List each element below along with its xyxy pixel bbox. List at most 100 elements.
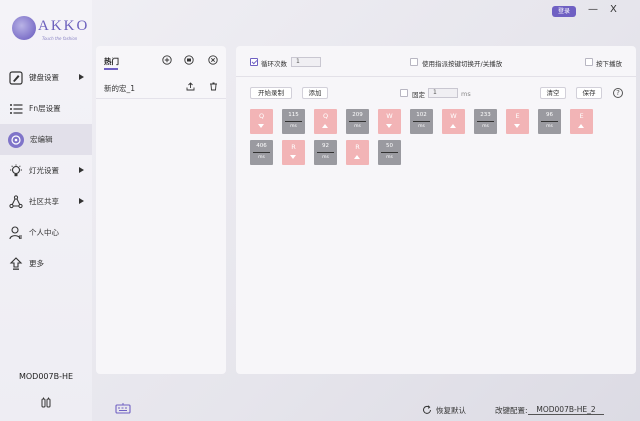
- macro-delay-tile[interactable]: 233 ms: [474, 109, 497, 134]
- delay-unit: ms: [386, 155, 393, 160]
- minimize-button[interactable]: —: [588, 4, 598, 15]
- upload-icon: [8, 256, 23, 271]
- toggle-play-label: 使用指派按键切换开/关播放: [422, 60, 503, 68]
- macro-key-tile[interactable]: W: [442, 109, 465, 134]
- macro-key-tile[interactable]: E: [506, 109, 529, 134]
- chevron-right-icon: [79, 198, 84, 204]
- device-name: MOD007B-HE: [18, 372, 74, 381]
- sidebar-item-label: 宏编辑: [30, 135, 53, 144]
- delay-bar: [253, 152, 270, 153]
- fixed-delay-label: 固定: [412, 91, 425, 99]
- key-down-arrow-icon: [290, 155, 296, 159]
- user-icon: [8, 225, 23, 240]
- divider: [236, 76, 636, 77]
- macro-key-label: Q: [322, 112, 329, 120]
- chevron-right-icon: [79, 167, 84, 173]
- macro-delay-tile[interactable]: 406 ms: [250, 140, 273, 165]
- tab-underline: [104, 68, 118, 70]
- logo-subtitle: Touch the fashion: [42, 36, 78, 41]
- macro-key-label: R: [291, 143, 296, 151]
- macro-delay-tile[interactable]: 92 ms: [314, 140, 337, 165]
- macro-delay-value: 233: [480, 112, 491, 118]
- macro-delay-tile[interactable]: 102 ms: [410, 109, 433, 134]
- reset-default-button[interactable]: 恢复默认: [436, 405, 466, 416]
- loop-count-input[interactable]: 1: [291, 57, 321, 67]
- macro-key-tile[interactable]: Q: [314, 109, 337, 134]
- macro-key-tile[interactable]: W: [378, 109, 401, 134]
- macro-delay-value: 115: [288, 112, 299, 118]
- divider: [96, 98, 226, 99]
- sidebar-item-more[interactable]: 更多: [0, 248, 92, 279]
- sidebar: AKKO Touch the fashion 键盘设置 Fn层设置 宏编辑 灯光…: [0, 0, 92, 421]
- key-down-arrow-icon: [386, 124, 392, 128]
- macro-delay-tile[interactable]: 115 ms: [282, 109, 305, 134]
- sidebar-item-macro-editor[interactable]: 宏编辑: [0, 124, 92, 155]
- macro-delay-value: 92: [322, 143, 329, 149]
- macro-key-tile[interactable]: Q: [250, 109, 273, 134]
- refresh-icon[interactable]: [422, 405, 432, 415]
- share-icon: [8, 194, 23, 209]
- delay-bar: [381, 152, 398, 153]
- macro-delay-tile[interactable]: 50 ms: [378, 140, 401, 165]
- sidebar-nav: 键盘设置 Fn层设置 宏编辑 灯光设置 社区共享 个人中心 更多: [0, 62, 92, 279]
- sidebar-item-lighting[interactable]: 灯光设置: [0, 155, 92, 186]
- sidebar-item-user-center[interactable]: 个人中心: [0, 217, 92, 248]
- sidebar-item-keyboard-settings[interactable]: 键盘设置: [0, 62, 92, 93]
- delay-bar: [477, 121, 494, 122]
- fixed-delay-unit: ms: [461, 90, 471, 98]
- delay-bar: [317, 152, 334, 153]
- loop-checkbox[interactable]: [250, 58, 258, 66]
- chevron-right-icon: [79, 74, 84, 80]
- key-down-arrow-icon: [514, 124, 520, 128]
- keyboard-icon[interactable]: [115, 402, 131, 414]
- close-button[interactable]: X: [610, 4, 617, 15]
- fixed-delay-checkbox[interactable]: [400, 89, 408, 97]
- toggle-play-checkbox[interactable]: [410, 58, 418, 66]
- brand-logo: AKKO Touch the fashion: [12, 14, 87, 46]
- config-label: 改键配置:: [495, 406, 528, 415]
- macro-delay-value: 96: [546, 112, 553, 118]
- sidebar-item-label: Fn层设置: [29, 104, 61, 113]
- press-play-checkbox[interactable]: [585, 58, 593, 66]
- lightbulb-icon: [8, 163, 23, 178]
- delay-unit: ms: [322, 155, 329, 160]
- close-circle-icon[interactable]: [208, 55, 218, 65]
- macro-list-header[interactable]: 热门: [104, 56, 119, 67]
- loop-label: 循环次数: [261, 60, 287, 68]
- add-macro-icon[interactable]: [162, 55, 172, 65]
- macro-key-tile[interactable]: E: [570, 109, 593, 134]
- list-icon: [8, 101, 23, 116]
- delay-unit: ms: [258, 155, 265, 160]
- add-button[interactable]: 添加: [302, 87, 328, 99]
- macro-item[interactable]: 新的宏_1: [104, 83, 135, 94]
- key-up-arrow-icon: [322, 124, 328, 128]
- sidebar-item-community[interactable]: 社区共享: [0, 186, 92, 217]
- login-button[interactable]: 登录: [552, 6, 576, 17]
- macro-delay-value: 50: [386, 143, 393, 149]
- clear-button[interactable]: 清空: [540, 87, 566, 99]
- macro-icon: [8, 131, 24, 148]
- keyboard-icon: [8, 70, 23, 85]
- delay-bar: [541, 121, 558, 122]
- sidebar-item-fn-layer[interactable]: Fn层设置: [0, 93, 92, 124]
- start-record-button[interactable]: 开始录制: [250, 87, 292, 99]
- fixed-delay-input[interactable]: 1: [428, 88, 458, 98]
- macro-key-label: E: [515, 112, 520, 120]
- export-icon[interactable]: [186, 82, 195, 91]
- macro-key-tile[interactable]: R: [282, 140, 305, 165]
- folder-icon[interactable]: [184, 55, 194, 65]
- logo-emblem: [12, 16, 36, 40]
- delay-unit: ms: [418, 124, 425, 129]
- device-switch-icon[interactable]: [40, 397, 52, 409]
- delay-bar: [413, 121, 430, 122]
- macro-key-tile[interactable]: R: [346, 140, 369, 165]
- config-select[interactable]: MOD007B-HE_2: [528, 405, 604, 415]
- macro-key-label: E: [579, 112, 584, 120]
- save-button[interactable]: 保存: [576, 87, 602, 99]
- delay-bar: [285, 121, 302, 122]
- macro-key-label: W: [450, 112, 457, 120]
- help-icon[interactable]: ?: [613, 88, 623, 98]
- trash-icon[interactable]: [209, 82, 218, 91]
- macro-delay-tile[interactable]: 96 ms: [538, 109, 561, 134]
- macro-delay-tile[interactable]: 209 ms: [346, 109, 369, 134]
